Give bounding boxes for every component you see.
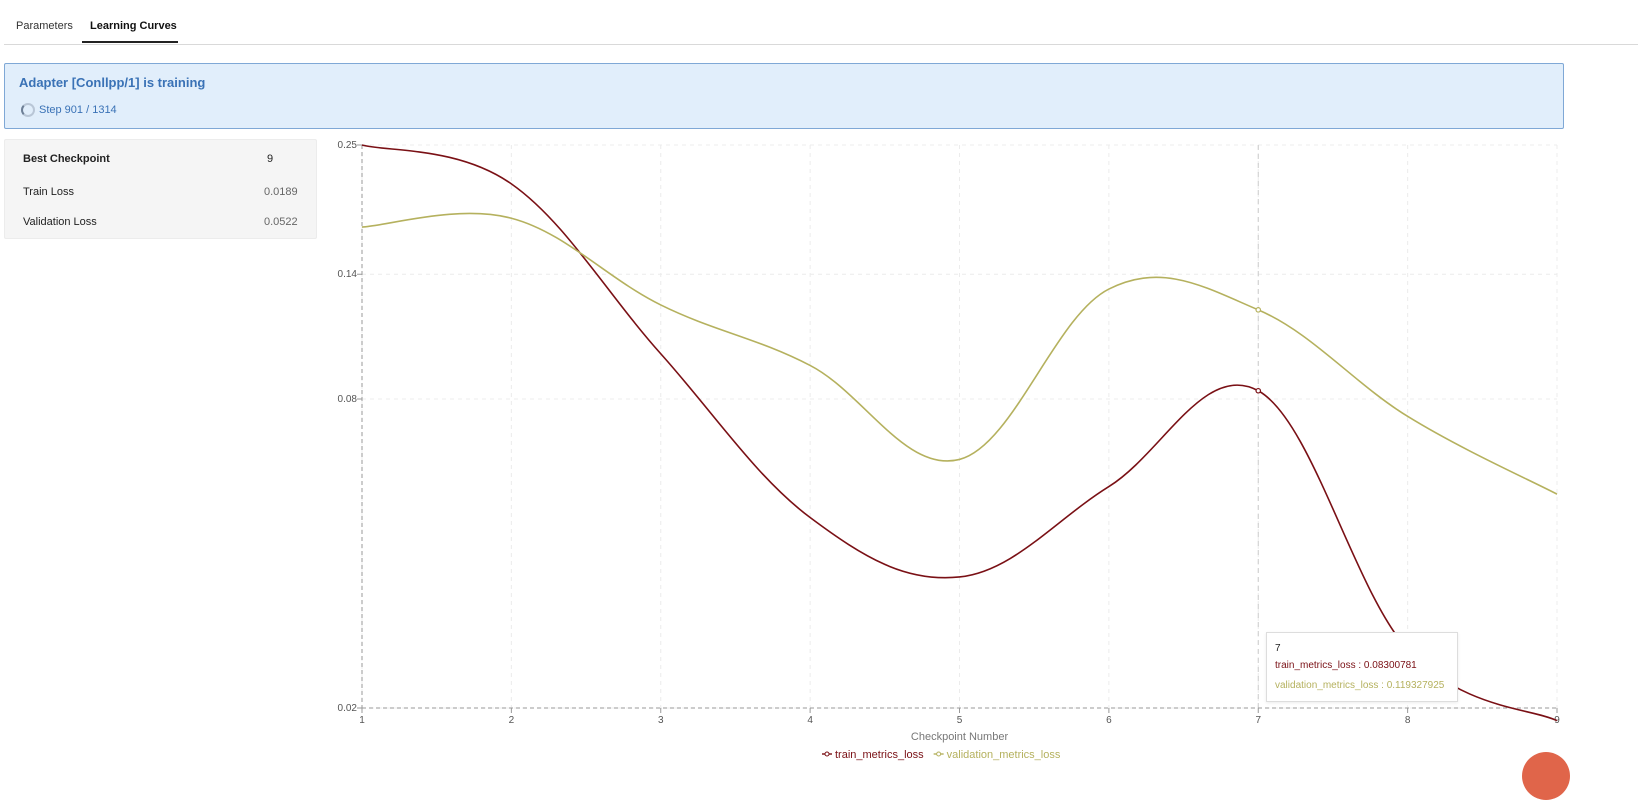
x-tick-label: 3 — [658, 715, 664, 726]
hover-point-validation_metrics_loss — [1255, 307, 1262, 313]
x-tick-label: 1 — [359, 715, 365, 726]
y-tick-label: 0.25 — [338, 140, 358, 151]
hover-point-train_metrics_loss — [1255, 387, 1262, 394]
y-tick-label: 0.14 — [338, 269, 358, 280]
x-tick-label: 5 — [957, 715, 963, 726]
x-tick-label: 8 — [1405, 715, 1411, 726]
legend-label-validation_metrics_loss: validation_metrics_loss — [947, 749, 1061, 761]
legend-label-train_metrics_loss: train_metrics_loss — [835, 749, 924, 761]
chart-tooltip: 7 train_metrics_loss : 0.08300781 valida… — [1266, 632, 1458, 702]
tooltip-train-value: train_metrics_loss : 0.08300781 — [1275, 660, 1417, 671]
x-tick-label: 7 — [1255, 715, 1261, 726]
y-tick-label: 0.08 — [338, 394, 358, 405]
legend-marker-validation_metrics_loss — [936, 751, 942, 757]
tooltip-x-value: 7 — [1275, 643, 1281, 654]
x-tick-label: 2 — [509, 715, 515, 726]
x-tick-label: 4 — [807, 715, 813, 726]
chart-legend: train_metrics_loss validation_metrics_los… — [822, 749, 1061, 761]
help-chat-button[interactable] — [1522, 752, 1570, 800]
x-axis-title: Checkpoint Number — [911, 731, 1009, 743]
x-tick-label: 6 — [1106, 715, 1112, 726]
y-tick-label: 0.02 — [338, 703, 358, 714]
tooltip-validation-value: validation_metrics_loss : 0.119327925 — [1275, 680, 1445, 691]
legend-marker-train_metrics_loss — [824, 751, 830, 757]
